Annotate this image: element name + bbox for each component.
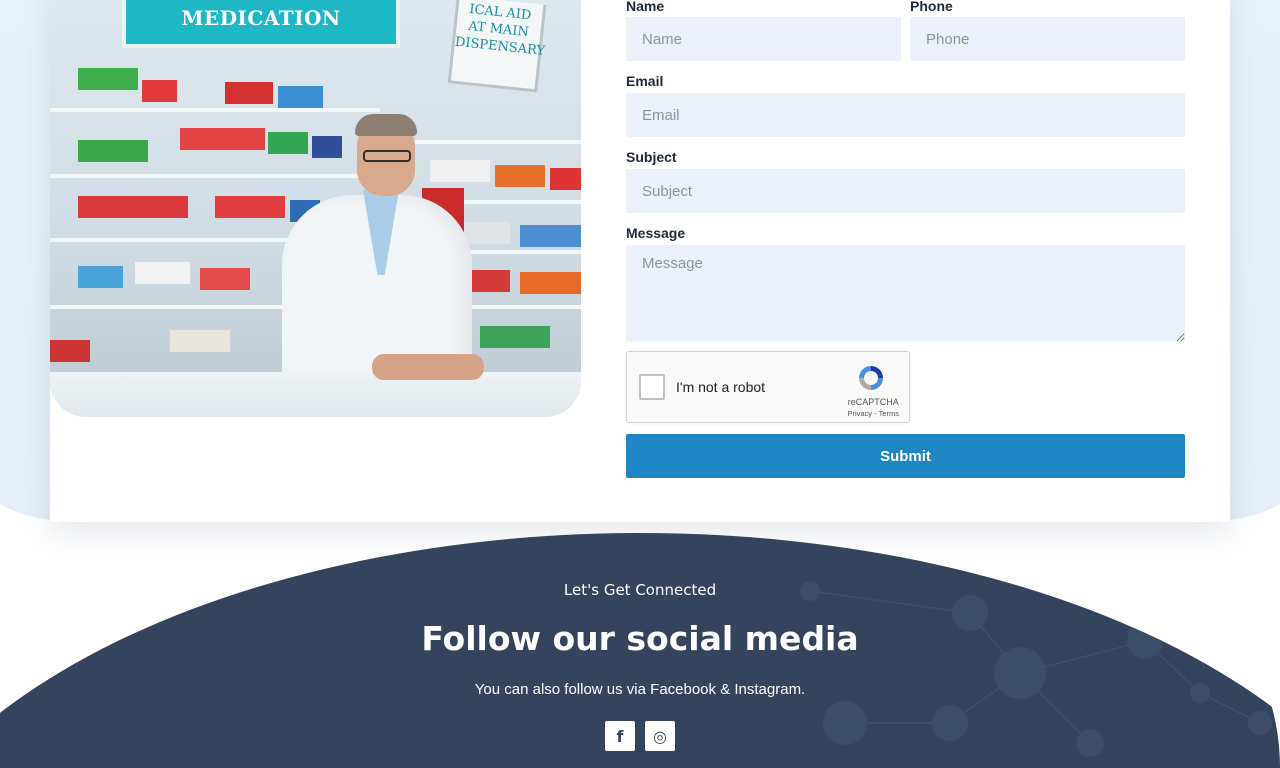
footer-title: Follow our social media: [421, 619, 859, 658]
phone-input[interactable]: [910, 17, 1185, 61]
pharmacist-hands: [372, 354, 484, 380]
recaptcha-links[interactable]: Privacy - Terms: [847, 408, 899, 420]
name-label: Name: [626, 0, 665, 14]
footer-subtitle: Let's Get Connected: [563, 581, 717, 599]
product-box: [550, 168, 581, 190]
facebook-link[interactable]: f: [605, 721, 635, 751]
phone-label: Phone: [910, 0, 953, 14]
instagram-link[interactable]: ◎: [645, 721, 675, 751]
footer-description: You can also follow us via Facebook & In…: [474, 681, 806, 698]
recaptcha-checkbox[interactable]: [639, 374, 665, 400]
product-box: [225, 82, 273, 104]
product-box: [278, 86, 323, 108]
product-box: [135, 262, 190, 284]
product-box: [495, 165, 545, 187]
pharmacist-hair: [355, 114, 417, 136]
recaptcha-brand-name: reCAPTCHA: [847, 397, 899, 407]
instagram-icon: ◎: [653, 726, 667, 746]
product-box: [78, 196, 188, 218]
email-input[interactable]: [626, 93, 1185, 137]
name-input[interactable]: [626, 17, 901, 61]
product-box: [78, 68, 138, 90]
pharmacy-counter: [50, 372, 581, 417]
product-box: [520, 272, 581, 294]
subject-input[interactable]: [626, 169, 1185, 213]
pharmacist-glasses: [363, 150, 411, 162]
recaptcha-brand: reCAPTCHA Privacy - Terms: [847, 396, 899, 420]
subject-label: Subject: [626, 149, 677, 165]
product-box: [78, 140, 148, 162]
pharmacist-photo: MEDICATION ICAL AID AT MAIN DISPENSARY: [50, 0, 581, 417]
product-box: [480, 326, 550, 348]
product-box: [142, 80, 177, 102]
submit-button[interactable]: Submit: [626, 434, 1185, 478]
product-box: [180, 128, 265, 150]
dispensary-sign: ICAL AID AT MAIN DISPENSARY: [447, 0, 547, 93]
product-box: [312, 136, 342, 158]
product-box: [520, 225, 581, 247]
shelf: [410, 140, 581, 144]
social-footer: Let's Get Connected Follow our social me…: [0, 533, 1280, 768]
product-box: [268, 132, 308, 154]
product-box: [200, 268, 250, 290]
medication-sign: MEDICATION: [122, 0, 400, 48]
recaptcha-logo-icon: [859, 366, 883, 390]
product-box: [50, 340, 90, 362]
product-box: [430, 160, 490, 182]
recaptcha-widget: I'm not a robot reCAPTCHA Privacy - Term…: [626, 351, 910, 423]
product-box: [78, 266, 123, 288]
shelf: [50, 108, 380, 112]
message-textarea[interactable]: [626, 245, 1185, 342]
product-box: [215, 196, 285, 218]
message-label: Message: [626, 225, 686, 241]
facebook-icon: f: [616, 726, 624, 746]
product-box: [170, 330, 230, 352]
email-label: Email: [626, 73, 664, 89]
shelf: [50, 174, 380, 178]
recaptcha-label: I'm not a robot: [676, 379, 766, 395]
